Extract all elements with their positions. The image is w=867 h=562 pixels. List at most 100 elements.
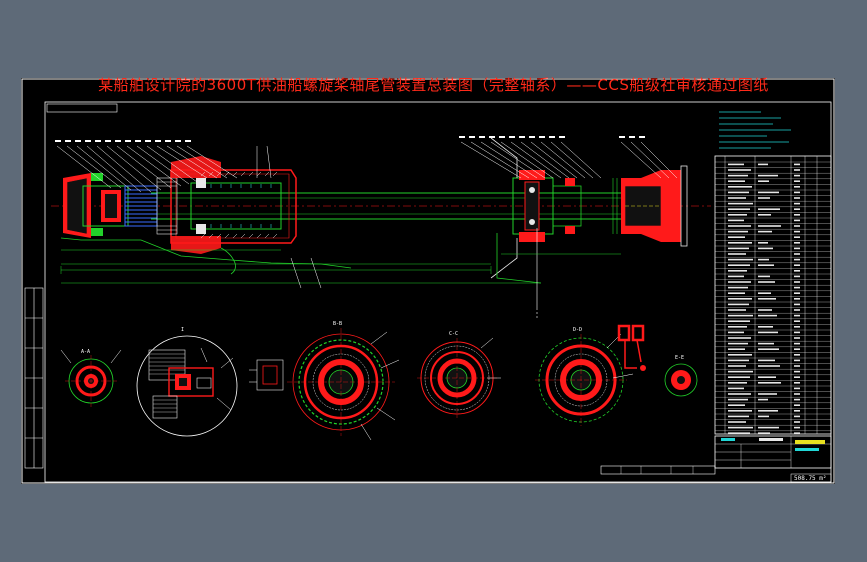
parts-row-text-stroke: [758, 398, 768, 401]
parts-row-text-stroke: [728, 410, 752, 412]
parts-row-text-stroke: [728, 230, 748, 233]
parts-row-text-stroke: [728, 225, 751, 227]
section-view-a: A-A: [60, 349, 122, 407]
parts-row-text-stroke: [728, 281, 751, 283]
parts-row-text-stroke: [794, 286, 800, 289]
section-views: A-A I B-B C-C D-D E-E: [60, 321, 698, 441]
parts-row-text-stroke: [794, 348, 800, 350]
parts-row-text-stroke: [758, 208, 780, 210]
parts-row-text-stroke: [794, 208, 800, 210]
section-view-b: B-B: [287, 321, 400, 441]
parts-row-text-stroke: [794, 292, 800, 294]
parts-row-text-stroke: [728, 169, 751, 171]
drawing-title: 某船舶设计院的3600T供油船螺旋桨轴尾管装置总装图（完整轴系）——CCS船级社…: [98, 76, 769, 94]
technical-notes: [719, 111, 791, 149]
parts-row-text-stroke: [728, 387, 744, 390]
parts-row-text-stroke: [728, 236, 745, 238]
parts-row-text-stroke: [794, 432, 800, 434]
drawing-sheet: A-A I B-B C-C D-D E-E 508.75 m²: [21, 78, 835, 484]
shaft-assembly: [51, 136, 711, 318]
parts-row-text-stroke: [758, 225, 781, 227]
parts-row-text-stroke: [728, 253, 746, 255]
parts-row-text-stroke: [728, 258, 753, 261]
parts-row-text-stroke: [728, 331, 744, 334]
header-tag: [46, 103, 118, 113]
detail-view-i: I: [136, 327, 238, 437]
parts-row-text-stroke: [728, 393, 751, 395]
parts-row-text-stroke: [794, 365, 800, 367]
parts-row-text-stroke: [728, 286, 748, 289]
parts-row-text-stroke: [794, 426, 800, 429]
parts-row-text-stroke: [794, 230, 800, 233]
parts-row-text-stroke: [728, 180, 745, 182]
parts-row-text-stroke: [758, 359, 775, 362]
parts-row-text-stroke: [758, 432, 770, 434]
section-view-d: D-D: [535, 327, 634, 426]
parts-row-text-stroke: [794, 275, 800, 278]
scale-note: 508.75 m²: [794, 475, 827, 482]
parts-row-text-stroke: [728, 370, 753, 373]
section-view-e: E-E: [664, 355, 698, 397]
shaft-coupling-flange: [612, 165, 688, 247]
parts-row-text-stroke: [758, 247, 773, 250]
parts-row-text-stroke: [728, 337, 751, 339]
section-label-a: A-A: [81, 349, 90, 355]
parts-row-text-stroke: [758, 258, 769, 261]
parts-row-text-stroke: [758, 275, 770, 278]
parts-row-text-stroke: [794, 258, 800, 261]
key-detail: [249, 359, 284, 391]
parts-row-text-stroke: [728, 242, 752, 244]
parts-row-text-stroke: [728, 275, 744, 278]
parts-row-text-stroke: [794, 163, 800, 166]
parts-row-text-stroke: [728, 174, 748, 177]
parts-row-text-stroke: [794, 398, 800, 401]
section-label-c: C-C: [449, 331, 458, 337]
parts-row-text-stroke: [758, 382, 781, 384]
parts-row-text-stroke: [794, 253, 800, 255]
parts-row-text-stroke: [794, 370, 800, 373]
parts-row-text-stroke: [794, 219, 800, 222]
parts-row-text-stroke: [794, 180, 800, 182]
parts-row-text-stroke: [728, 320, 750, 322]
parts-row-text-stroke: [728, 404, 745, 406]
stern-tube-hatching: [200, 171, 278, 239]
parts-row-text-stroke: [758, 197, 770, 199]
parts-row-text-stroke: [794, 404, 800, 406]
parts-row-text-stroke: [728, 365, 746, 367]
parts-row-text-stroke: [794, 225, 800, 227]
parts-row-text-stroke: [794, 264, 800, 266]
parts-row-text-stroke: [728, 163, 744, 166]
parts-row-text-stroke: [794, 326, 800, 328]
parts-row-text-stroke: [728, 208, 750, 210]
revision-strip: [600, 465, 716, 475]
parts-row-text-stroke: [728, 298, 752, 300]
parts-row-text-stroke: [758, 426, 779, 429]
parts-row-text-stroke: [728, 270, 747, 272]
parts-row-text-stroke: [794, 298, 800, 300]
parts-row-text-stroke: [794, 270, 800, 272]
parts-row-text-stroke: [758, 393, 777, 395]
section-view-c: C-C: [417, 331, 501, 418]
parts-row-text-stroke: [728, 326, 747, 328]
parts-row-text-stroke: [758, 415, 769, 418]
parts-row-text-stroke: [794, 214, 800, 216]
parts-row-text-stroke: [794, 421, 800, 423]
cad-drawing: A-A I B-B C-C D-D E-E 508.75 m²: [21, 78, 835, 484]
bracket-detail: [617, 324, 646, 371]
parts-row-text-stroke: [794, 359, 800, 362]
parts-row-text-stroke: [728, 303, 749, 306]
parts-row-text-stroke: [758, 292, 771, 294]
parts-row-text-stroke: [758, 376, 776, 378]
parts-row-text-stroke: [728, 382, 747, 384]
parts-row-text-stroke: [794, 309, 800, 311]
parts-row-text-stroke: [758, 342, 774, 345]
parts-row-text-stroke: [728, 186, 752, 188]
parts-row-text-stroke: [758, 331, 778, 334]
parts-row-text-stroke: [728, 398, 748, 401]
parts-row-text-stroke: [728, 376, 750, 378]
parts-row-text-stroke: [794, 393, 800, 395]
parts-row-text-stroke: [758, 365, 780, 367]
parts-row-text-stroke: [758, 242, 768, 244]
parts-row-text-stroke: [728, 309, 746, 311]
parts-row-text-stroke: [794, 236, 800, 238]
